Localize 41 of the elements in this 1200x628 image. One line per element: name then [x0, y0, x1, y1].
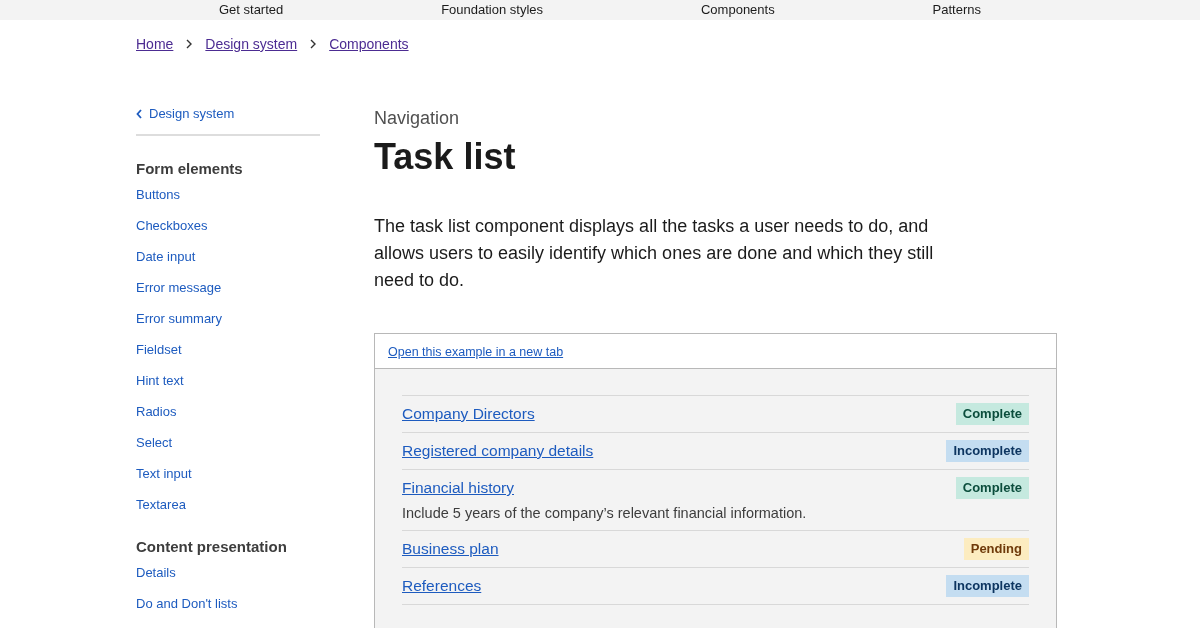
chevron-left-icon: [136, 108, 142, 119]
sidebar-link[interactable]: Error message: [136, 280, 222, 296]
nav-link[interactable]: Foundation styles: [441, 2, 544, 17]
status-tag: Complete: [955, 477, 1029, 499]
breadcrumb-link[interactable]: Components: [329, 36, 409, 52]
breadcrumb-link[interactable]: Home: [136, 36, 174, 52]
page-title: Task list: [374, 135, 517, 179]
nav-link[interactable]: Components: [701, 2, 775, 17]
sidebar-link[interactable]: Error summary: [136, 311, 222, 327]
status-tag: Pending: [963, 538, 1029, 560]
sidebar-link[interactable]: Text input: [136, 466, 192, 482]
task-link[interactable]: Company Directors: [402, 403, 535, 425]
task-link[interactable]: Registered company details: [402, 440, 594, 462]
page-caption: Navigation: [374, 108, 461, 129]
chevron-right-icon: [185, 39, 194, 49]
sidebar-link[interactable]: Textarea: [136, 497, 186, 513]
back-link[interactable]: Design system: [136, 106, 235, 134]
task-link[interactable]: Business plan: [402, 538, 499, 560]
task-hint: Include 5 years of the company’s relevant financial information.: [402, 504, 808, 523]
sidebar-link[interactable]: Radios: [136, 404, 177, 420]
status-tag: Complete: [955, 403, 1029, 425]
section-heading: Form elements: [136, 160, 244, 177]
status-tag: Incomplete: [946, 440, 1029, 462]
sidebar-link[interactable]: Fieldset: [136, 342, 182, 358]
open-example-link[interactable]: Open this example in a new tab: [388, 345, 564, 359]
sidebar-link[interactable]: Select: [136, 435, 173, 451]
task-link[interactable]: References: [402, 575, 482, 597]
nav-link[interactable]: Patterns: [932, 2, 982, 17]
chevron-right-icon: [309, 39, 318, 49]
status-tag: Incomplete: [946, 575, 1029, 597]
sidebar-link[interactable]: Checkboxes: [136, 218, 208, 234]
sidebar-link[interactable]: Hint text: [136, 373, 184, 389]
sidebar-link[interactable]: Buttons: [136, 187, 181, 203]
nav-link[interactable]: Get started: [218, 2, 284, 17]
sidebar-link[interactable]: Date input: [136, 249, 196, 265]
task-link[interactable]: Financial history: [402, 477, 514, 499]
sidebar-link[interactable]: Do and Don't lists: [136, 596, 238, 612]
breadcrumb-link[interactable]: Design system: [205, 36, 298, 52]
section-heading: Content presentation: [136, 538, 288, 555]
sidebar-link[interactable]: Details: [136, 565, 176, 581]
lead-paragraph: The task list component displays all the tasks a user needs to do, and allows users to easily identify which ones are done and which they still need to do.: [374, 215, 935, 292]
